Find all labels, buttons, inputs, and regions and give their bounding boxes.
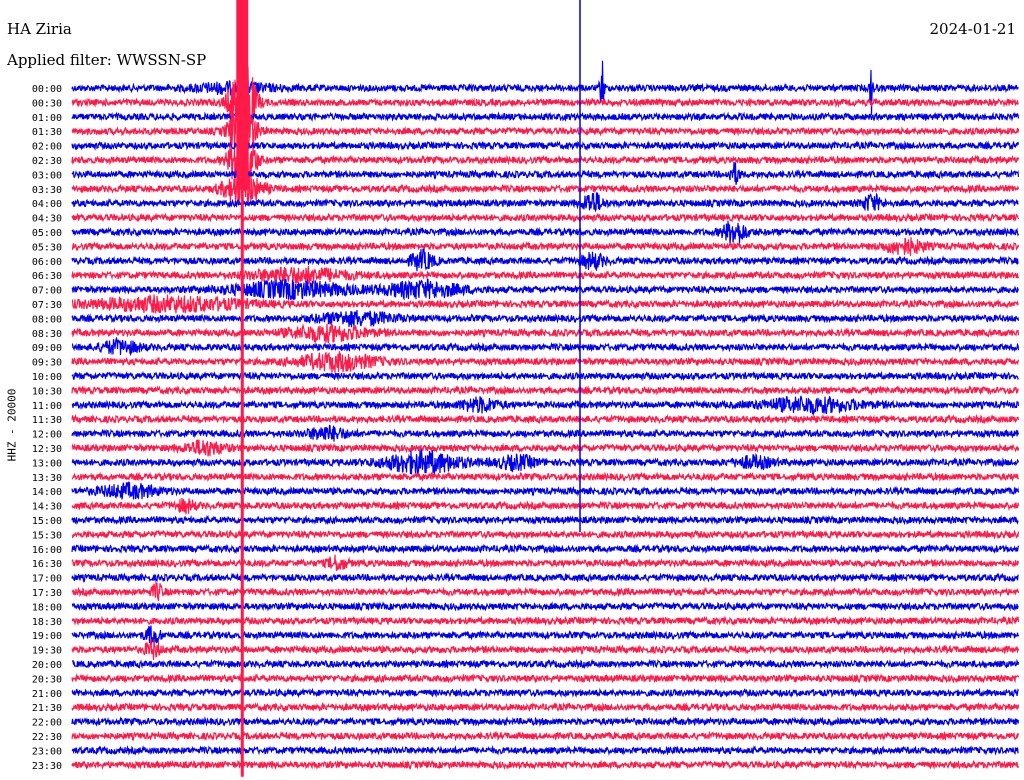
trace-row — [71, 413, 1020, 425]
trace-row — [71, 212, 1020, 223]
row-time-label: 17:30 — [32, 588, 62, 599]
row-time-label: 15:30 — [32, 530, 62, 541]
row-time-label: 00:00 — [32, 84, 62, 95]
row-time-label: 05:00 — [32, 228, 62, 239]
trace-row — [71, 625, 1020, 645]
row-time-label: 04:00 — [32, 199, 62, 210]
row-time-label: 21:00 — [32, 689, 62, 700]
trace-row — [71, 60, 1019, 116]
trace-row — [71, 716, 1020, 728]
row-time-label: 12:00 — [32, 430, 62, 441]
trace-row — [71, 471, 1020, 483]
trace-row — [71, 497, 1020, 515]
row-time-label: 09:00 — [32, 343, 62, 354]
row-time-label: 22:30 — [32, 732, 62, 743]
row-time-label: 16:00 — [32, 545, 62, 556]
row-time-label: 15:00 — [32, 516, 62, 527]
row-time-label: 14:00 — [32, 487, 62, 498]
trace-row — [71, 370, 1019, 382]
trace-row — [71, 424, 1020, 442]
row-time-label: 13:00 — [32, 458, 62, 469]
trace-row — [71, 439, 1020, 457]
trace-row — [71, 237, 1020, 256]
trace-row — [71, 246, 1019, 272]
trace-row — [71, 759, 1020, 771]
seismogram-plot: 00:00 00:30 01:00 01:30 02:00 02:30 03:00 03:30… — [32, 0, 1020, 777]
row-time-label: 17:00 — [32, 574, 62, 585]
row-time-label: 00:30 — [32, 98, 62, 109]
trace-row — [71, 351, 1020, 373]
row-time-label: 10:00 — [32, 372, 62, 383]
row-time-label: 16:30 — [32, 559, 62, 570]
trace-row — [71, 161, 1020, 185]
trace-row — [71, 572, 1019, 584]
row-time-label: 12:30 — [32, 444, 62, 455]
trace-row — [71, 701, 1020, 713]
trace-row — [71, 615, 1020, 627]
row-time-label: 11:00 — [32, 401, 62, 412]
trace-row — [71, 265, 1020, 285]
row-time-label: 01:30 — [32, 127, 62, 138]
row-time-label: 13:30 — [32, 473, 62, 484]
row-time-label: 20:00 — [32, 660, 62, 671]
trace-row — [71, 730, 1020, 742]
row-time-label: 19:00 — [32, 631, 62, 642]
row-time-label: 03:00 — [32, 170, 62, 181]
trace-row — [71, 658, 1020, 670]
trace-row — [71, 543, 1020, 555]
trace-row — [71, 140, 1020, 151]
trace-row — [71, 481, 1020, 500]
trace-row — [71, 687, 1020, 699]
row-time-label: 02:30 — [32, 156, 62, 167]
trace-row — [71, 638, 1020, 660]
row-time-label: 10:30 — [32, 386, 62, 397]
row-time-label: 07:30 — [32, 300, 62, 311]
row-time-label: 19:30 — [32, 646, 62, 657]
trace-row — [71, 336, 1020, 357]
row-time-label: 20:30 — [32, 674, 62, 685]
trace-row — [71, 294, 1019, 314]
trace-row — [71, 582, 1020, 602]
trace-row — [71, 673, 1020, 684]
trace-row — [71, 395, 1020, 416]
row-time-label: 06:00 — [32, 257, 62, 268]
row-time-label: 05:30 — [32, 242, 62, 253]
row-time-label: 02:00 — [32, 142, 62, 153]
row-time-label: 23:30 — [32, 761, 62, 772]
trace-row — [71, 309, 1020, 328]
row-time-label: 06:30 — [32, 271, 62, 282]
row-time-label: 22:00 — [32, 718, 62, 729]
trace-row — [71, 322, 1020, 344]
trace-row — [71, 111, 1020, 123]
trace-row — [71, 745, 1019, 756]
trace-row — [71, 192, 1019, 213]
saturated-event — [236, 0, 249, 190]
trace-row — [71, 384, 1020, 396]
trace-row — [71, 529, 1020, 540]
trace-row — [71, 554, 1020, 571]
row-time-label: 14:30 — [32, 502, 62, 513]
row-time-label: 03:30 — [32, 185, 62, 196]
trace-row — [71, 514, 1019, 526]
row-time-label: 23:00 — [32, 746, 62, 757]
row-time-label: 18:30 — [32, 617, 62, 628]
trace-row — [71, 278, 1020, 301]
row-time-label: 11:30 — [32, 415, 62, 426]
row-time-label: 08:30 — [32, 329, 62, 340]
row-time-label: 09:30 — [32, 358, 62, 369]
trace-row — [71, 220, 1020, 244]
row-time-label: 21:30 — [32, 703, 62, 714]
row-time-label: 18:00 — [32, 602, 62, 613]
trace-row — [71, 601, 1019, 612]
row-time-label: 04:30 — [32, 214, 62, 225]
row-time-label: 08:00 — [32, 314, 62, 325]
row-time-label: 01:00 — [32, 113, 62, 124]
row-time-label: 07:00 — [32, 286, 62, 297]
